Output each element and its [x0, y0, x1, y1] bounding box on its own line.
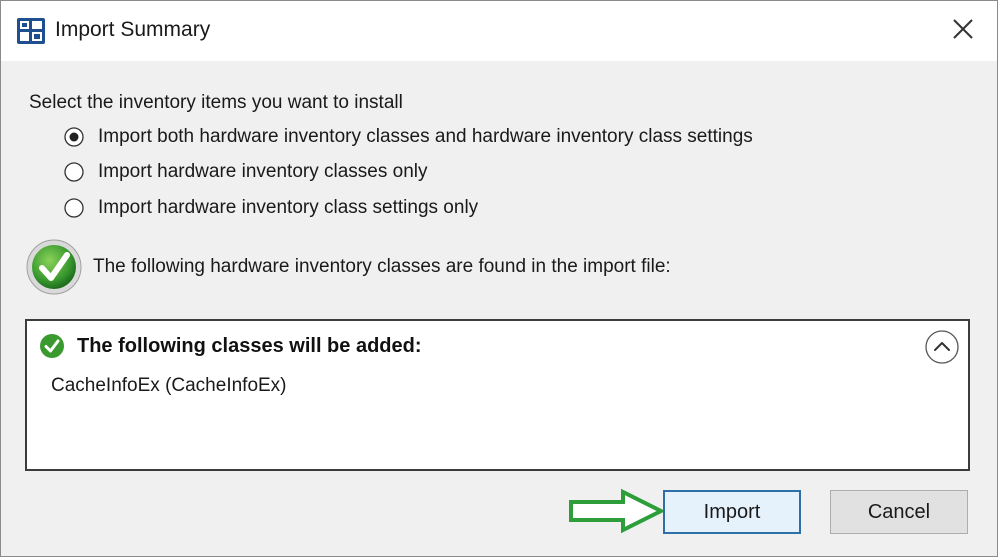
results-title: The following classes will be added:: [77, 334, 422, 357]
option-import-classes-only[interactable]: Import hardware inventory classes only: [64, 159, 427, 185]
import-summary-dialog: Import Summary Select the inventory item…: [0, 0, 998, 557]
results-panel: The following classes will be added: Cac…: [25, 319, 970, 471]
status-message: The following hardware inventory classes…: [93, 256, 671, 277]
option-label: Import both hardware inventory classes a…: [98, 126, 753, 147]
green-arrow-icon: [569, 488, 666, 534]
dialog-title: Import Summary: [55, 18, 211, 41]
radio-unselected-icon[interactable]: [64, 198, 84, 218]
option-import-settings-only[interactable]: Import hardware inventory class settings…: [64, 195, 478, 221]
close-icon[interactable]: [949, 15, 977, 43]
title-bar: Import Summary: [1, 1, 997, 61]
status-row: The following hardware inventory classes…: [25, 239, 671, 295]
radio-selected-icon[interactable]: [64, 127, 84, 147]
small-check-icon: [40, 334, 64, 358]
radio-unselected-icon[interactable]: [64, 162, 84, 182]
cancel-button[interactable]: Cancel: [830, 490, 968, 534]
chevron-up-icon[interactable]: [924, 329, 960, 365]
list-item: CacheInfoEx (CacheInfoEx): [51, 375, 287, 396]
option-import-both[interactable]: Import both hardware inventory classes a…: [64, 124, 753, 150]
instruction-text: Select the inventory items you want to i…: [29, 92, 403, 113]
import-button[interactable]: Import: [663, 490, 801, 534]
option-label: Import hardware inventory class settings…: [98, 197, 479, 218]
configuration-manager-icon: [17, 18, 45, 44]
results-header: The following classes will be added:: [39, 333, 422, 359]
success-check-icon: [26, 239, 82, 295]
option-label: Import hardware inventory classes only: [98, 161, 428, 182]
